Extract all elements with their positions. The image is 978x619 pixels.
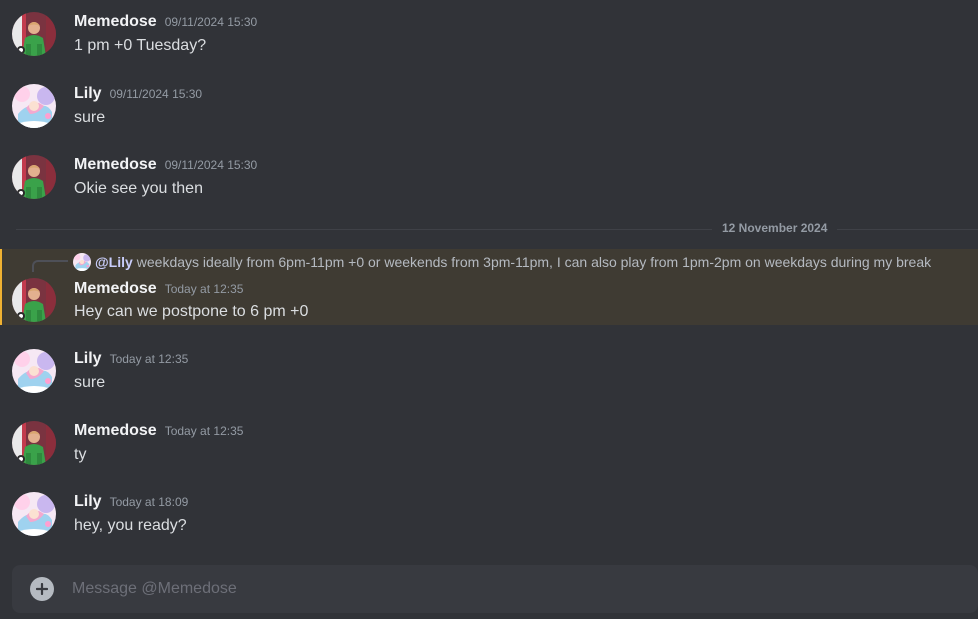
avatar[interactable] — [12, 84, 56, 128]
message-header: Memedose 09/11/2024 15:30 — [74, 13, 257, 31]
message-timestamp: Today at 12:35 — [164, 424, 244, 438]
message-text: sure — [74, 374, 106, 391]
message-text: Hey can we postpone to 6 pm +0 — [74, 303, 309, 320]
message-item[interactable]: Lily 09/11/2024 15:30 sure — [0, 72, 978, 142]
message-text: sure — [74, 109, 106, 126]
reply-mention[interactable]: @Lily — [95, 254, 133, 270]
chat-view: Memedose 09/11/2024 15:30 1 pm +0 Tuesda… — [0, 0, 978, 619]
avatar[interactable] — [12, 349, 56, 393]
message-timestamp: Today at 12:35 — [164, 282, 244, 296]
message-text: hey, you ready? — [74, 517, 187, 534]
message-timestamp: Today at 12:35 — [109, 352, 189, 366]
message-text: ty — [74, 446, 87, 463]
message-item[interactable]: Memedose 09/11/2024 15:30 Okie see you t… — [0, 143, 978, 213]
message-author[interactable]: Lily — [74, 350, 102, 368]
message-text: 1 pm +0 Tuesday? — [74, 37, 207, 54]
message-header: Memedose Today at 12:35 — [74, 422, 243, 440]
message-header: Lily Today at 18:09 — [74, 493, 188, 511]
avatar[interactable] — [12, 492, 56, 536]
plus-circle-icon[interactable] — [30, 577, 54, 601]
message-header: Lily 09/11/2024 15:30 — [74, 85, 202, 103]
reply-reference[interactable]: @Lily weekdays ideally from 6pm-11pm +0 … — [73, 253, 931, 271]
message-timestamp: 09/11/2024 15:30 — [109, 87, 203, 101]
avatar[interactable] — [12, 421, 56, 465]
message-composer — [12, 565, 978, 613]
message-author[interactable]: Memedose — [74, 13, 157, 31]
message-author[interactable]: Lily — [74, 85, 102, 103]
message-timestamp: Today at 18:09 — [109, 495, 189, 509]
reply-avatar — [73, 253, 91, 271]
message-author[interactable]: Lily — [74, 493, 102, 511]
reply-connector — [32, 260, 68, 272]
message-timestamp: 09/11/2024 15:30 — [164, 158, 258, 172]
reply-text[interactable]: weekdays ideally from 6pm-11pm +0 or wee… — [137, 254, 931, 270]
avatar[interactable] — [12, 278, 56, 322]
message-header: Memedose Today at 12:35 — [74, 280, 243, 298]
avatar[interactable] — [12, 12, 56, 56]
message-item[interactable]: Memedose 09/11/2024 15:30 1 pm +0 Tuesda… — [0, 0, 978, 70]
message-text: Okie see you then — [74, 180, 203, 197]
message-header: Lily Today at 12:35 — [74, 350, 188, 368]
message-author[interactable]: Memedose — [74, 422, 157, 440]
message-item[interactable]: Memedose Today at 12:35 ty — [0, 409, 978, 479]
message-item[interactable]: Lily Today at 18:09 hey, you ready? — [0, 480, 978, 550]
message-author[interactable]: Memedose — [74, 280, 157, 298]
message-header: Memedose 09/11/2024 15:30 — [74, 156, 257, 174]
message-item[interactable]: Lily Today at 12:35 sure — [0, 337, 978, 407]
avatar[interactable] — [12, 155, 56, 199]
message-input[interactable] — [72, 565, 952, 613]
date-divider: 12 November 2024 — [712, 221, 838, 235]
message-author[interactable]: Memedose — [74, 156, 157, 174]
message-timestamp: 09/11/2024 15:30 — [164, 15, 258, 29]
